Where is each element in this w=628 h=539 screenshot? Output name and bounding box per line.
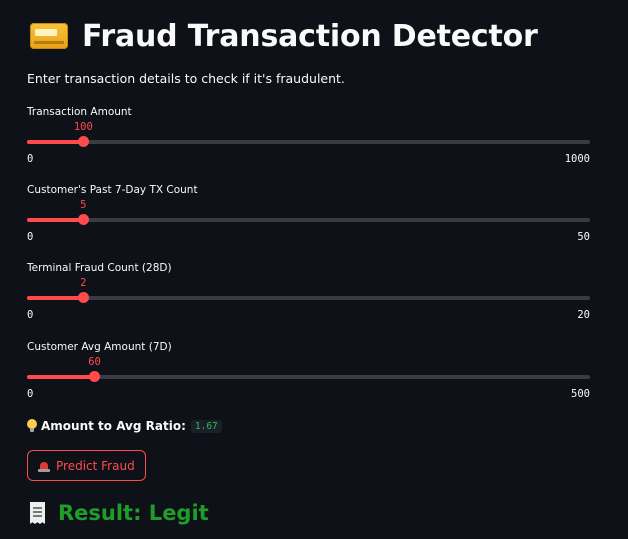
- lightbulb-icon: [27, 419, 37, 433]
- slider-fill: [27, 375, 95, 379]
- slider-fill: [27, 218, 84, 222]
- amount-ratio-label: Amount to Avg Ratio:: [41, 419, 186, 433]
- page-subtitle: Enter transaction details to check if it…: [27, 71, 345, 86]
- slider-max-label: 20: [577, 309, 590, 321]
- slider-track[interactable]: [27, 218, 590, 222]
- page-header: Fraud Transaction Detector: [30, 14, 538, 58]
- predict-fraud-button[interactable]: Predict Fraud: [27, 450, 146, 481]
- slider-max-label: 500: [571, 388, 590, 400]
- slider-min-label: 0: [27, 388, 34, 400]
- credit-card-icon: [30, 23, 68, 49]
- slider-thumb[interactable]: [89, 371, 101, 382]
- slider-max-label: 50: [577, 231, 590, 243]
- slider-value: 2: [80, 277, 87, 289]
- slider-thumb[interactable]: [77, 214, 89, 225]
- slider-thumb[interactable]: [77, 292, 89, 303]
- result-text: Result: Legit: [58, 501, 209, 525]
- siren-icon: [38, 460, 50, 472]
- slider-thumb[interactable]: [77, 136, 89, 147]
- slider-label: Customer Avg Amount (7D): [27, 341, 172, 353]
- slider-track[interactable]: [27, 375, 590, 379]
- slider-track[interactable]: [27, 296, 590, 300]
- slider-customer-avg-amount: Customer Avg Amount (7D) 60 0 500: [27, 341, 590, 401]
- slider-transaction-amount: Transaction Amount 100 0 1000: [27, 106, 590, 166]
- predict-fraud-label: Predict Fraud: [56, 458, 135, 473]
- slider-terminal-fraud-count: Terminal Fraud Count (28D) 2 0 20: [27, 262, 590, 322]
- slider-value: 100: [73, 121, 93, 133]
- result-row: Result: Legit: [30, 501, 209, 525]
- slider-customer-7day-tx-count: Customer's Past 7-Day TX Count 5 0 50: [27, 184, 590, 244]
- slider-value: 60: [88, 356, 101, 368]
- page-title: Fraud Transaction Detector: [82, 18, 538, 54]
- slider-fill: [27, 296, 84, 300]
- receipt-icon: [30, 502, 45, 524]
- slider-track[interactable]: [27, 140, 590, 144]
- slider-min-label: 0: [27, 153, 34, 165]
- slider-max-label: 1000: [564, 153, 590, 165]
- amount-ratio-value: 1.67: [190, 419, 222, 433]
- app-page: Fraud Transaction Detector Enter transac…: [0, 0, 628, 539]
- slider-label: Transaction Amount: [27, 106, 132, 118]
- slider-label: Terminal Fraud Count (28D): [27, 262, 172, 274]
- slider-fill: [27, 140, 84, 144]
- slider-min-label: 0: [27, 231, 34, 243]
- slider-min-label: 0: [27, 309, 34, 321]
- slider-value: 5: [80, 199, 87, 211]
- slider-label: Customer's Past 7-Day TX Count: [27, 184, 198, 196]
- amount-ratio-row: Amount to Avg Ratio: 1.67: [27, 419, 222, 433]
